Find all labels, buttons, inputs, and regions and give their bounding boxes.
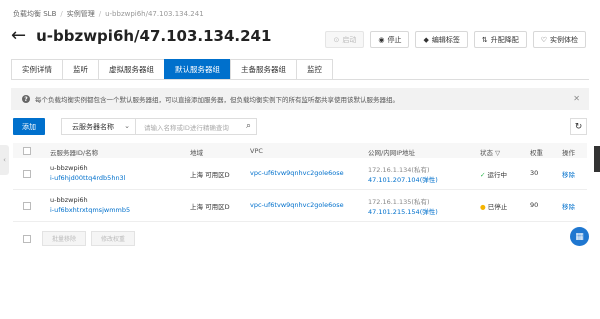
remove-link[interactable]: 移除 (562, 201, 575, 211)
bulk-select-checkbox[interactable] (23, 234, 31, 243)
chevron-left-icon: ‹ (3, 156, 6, 164)
status-text: 已停止 (487, 203, 508, 211)
status-text: 运行中 (487, 171, 508, 179)
col-vpc: VPC (250, 147, 263, 155)
status-badge: ● 已停止 (480, 201, 507, 211)
check-icon: ✓ (480, 171, 486, 179)
tag-icon: ◆ (423, 35, 429, 44)
stop-button[interactable]: ◉ 停止 (370, 31, 410, 48)
col-zone: 地域 (190, 149, 203, 157)
tab-vserver-groups[interactable]: 虚拟服务器组 (98, 59, 165, 79)
tab-bar: 实例详情 监听 虚拟服务器组 默认服务器组 主备服务器组 监控 (11, 59, 589, 80)
breadcrumb-separator: / (60, 10, 63, 18)
edit-weight-button[interactable]: 修改权重 (91, 231, 136, 246)
server-id-link[interactable]: i-uf6bxhtrxtqmsjwmmb5 (50, 206, 130, 214)
private-ip: 172.16.1.134(私有) (368, 166, 430, 174)
col-weight: 权重 (530, 149, 543, 157)
stop-icon: ◉ (378, 35, 385, 44)
info-notice: ? 每个负载均衡实例都包含一个默认服务器组，可以直接添加服务器，但负载均衡实例下… (11, 88, 589, 110)
inspect-label: 实例体检 (550, 35, 578, 44)
start-button[interactable]: ⊙ 启动 (325, 31, 365, 48)
row-checkbox[interactable] (23, 170, 31, 178)
tab-default-server-group[interactable]: 默认服务器组 (164, 59, 231, 79)
back-arrow-icon[interactable]: ← (11, 27, 26, 45)
row-checkbox[interactable] (23, 202, 31, 210)
server-table: 云服务器ID/名称 地域 VPC 公网/内网IP地址 状态 ▽ 权重 操作 u-… (13, 143, 587, 222)
warning-dot-icon: ● (480, 203, 486, 211)
table-row: u-bbzwpi6h i-uf6hjd00ttq4rdb5hn3l 上海 可用区… (13, 158, 587, 190)
public-ip-link[interactable]: 47.101.207.104(弹性) (368, 176, 438, 184)
col-ops: 操作 (562, 149, 575, 157)
table-header: 云服务器ID/名称 地域 VPC 公网/内网IP地址 状态 ▽ 权重 操作 (13, 143, 587, 158)
breadcrumb-instances[interactable]: 实例管理 (67, 10, 95, 18)
weight-value: 90 (530, 201, 539, 209)
select-all-checkbox[interactable] (23, 147, 31, 155)
help-icon: ? (22, 95, 30, 103)
edit-tags-button[interactable]: ◆ 编辑标签 (415, 31, 468, 48)
add-button[interactable]: 添加 (13, 118, 45, 135)
tab-monitoring[interactable]: 监控 (296, 59, 333, 79)
status-badge: ✓ 运行中 (480, 169, 507, 179)
public-ip-link[interactable]: 47.101.215.154(弹性) (368, 208, 438, 216)
notice-text: 每个负载均衡实例都包含一个默认服务器组，可以直接添加服务器，但负载均衡实例下的所… (35, 96, 399, 104)
private-ip: 172.16.1.135(私有) (368, 198, 430, 206)
upgrade-button[interactable]: ⇅ 升配降配 (473, 31, 527, 48)
search-input[interactable]: 请输入名称或ID进行精确查询 ⌕ (135, 118, 257, 135)
page-title: u-bbzwpi6h/47.103.134.241 (36, 27, 272, 45)
server-id-link[interactable]: i-uf6hjd00ttq4rdb5hn3l (50, 174, 126, 182)
close-icon[interactable]: ✕ (573, 94, 580, 103)
col-status-label: 状态 (480, 149, 493, 157)
upgrade-icon: ⇅ (481, 35, 488, 44)
collapse-sidebar-handle[interactable]: ‹ (0, 145, 9, 175)
action-bar: ⊙ 启动 ◉ 停止 ◆ 编辑标签 ⇅ 升配降配 ♡ 实例体检 (325, 31, 586, 48)
title-row: ← u-bbzwpi6h/47.103.134.241 (11, 27, 272, 46)
refresh-icon: ↻ (574, 121, 583, 132)
bulk-remove-button[interactable]: 批量移除 (42, 231, 87, 246)
upgrade-label: 升配降配 (490, 35, 519, 44)
chevron-down-icon: ⌄ (124, 122, 130, 130)
grid-icon: ▦ (575, 231, 584, 242)
bulk-actions: 批量移除 修改权重 (23, 231, 136, 246)
filter-select[interactable]: 云服务器名称 ⌄ (61, 118, 136, 135)
side-drawer-tab[interactable] (594, 146, 600, 172)
search-icon[interactable]: ⌕ (246, 121, 251, 131)
breadcrumb-slb[interactable]: 负载均衡 SLB (13, 10, 56, 18)
remove-link[interactable]: 移除 (562, 169, 575, 179)
table-row: u-bbzwpi6h i-uf6bxhtrxtqmsjwmmb5 上海 可用区D… (13, 190, 587, 222)
server-zone: 上海 可用区D (190, 203, 230, 211)
filter-icon[interactable]: ▽ (495, 149, 500, 157)
filter-select-label: 云服务器名称 (72, 122, 114, 131)
vpc-link[interactable]: vpc-uf6tvw9qnhvc2gole6ose (250, 169, 344, 177)
play-icon: ⊙ (333, 35, 340, 44)
public-ip: 47.101.215.154(弹性) (368, 206, 438, 216)
public-ip: 47.101.207.104(弹性) (368, 174, 438, 184)
server-zone: 上海 可用区D (190, 171, 230, 179)
col-ip: 公网/内网IP地址 (368, 149, 416, 157)
shield-icon: ♡ (540, 35, 547, 44)
server-name: u-bbzwpi6h (50, 196, 88, 204)
weight-value: 30 (530, 169, 539, 177)
col-name: 云服务器ID/名称 (50, 149, 99, 157)
tab-instance-details[interactable]: 实例详情 (11, 59, 63, 79)
start-label: 启动 (342, 35, 357, 44)
vpc-link[interactable]: vpc-uf6tvw9qnhvc2gole6ose (250, 201, 344, 209)
inspect-button[interactable]: ♡ 实例体检 (532, 31, 586, 48)
search-placeholder: 请输入名称或ID进行精确查询 (144, 123, 229, 132)
breadcrumb: 负载均衡 SLB / 实例管理 / u-bbzwpi6h/47.103.134.241 (13, 9, 204, 19)
toolbar: 添加 云服务器名称 ⌄ 请输入名称或ID进行精确查询 ⌕ ↻ (13, 118, 587, 135)
floating-apps-button[interactable]: ▦ (570, 227, 589, 246)
col-status: 状态 ▽ (480, 147, 500, 157)
breadcrumb-separator: / (98, 10, 102, 18)
stop-label: 停止 (387, 35, 402, 44)
edit-tags-label: 编辑标签 (431, 35, 460, 44)
tab-master-slave-groups[interactable]: 主备服务器组 (230, 59, 297, 79)
server-name: u-bbzwpi6h (50, 164, 88, 172)
tab-listeners[interactable]: 监听 (62, 59, 99, 79)
refresh-button[interactable]: ↻ (570, 118, 587, 135)
breadcrumb-current: u-bbzwpi6h/47.103.134.241 (105, 10, 204, 18)
